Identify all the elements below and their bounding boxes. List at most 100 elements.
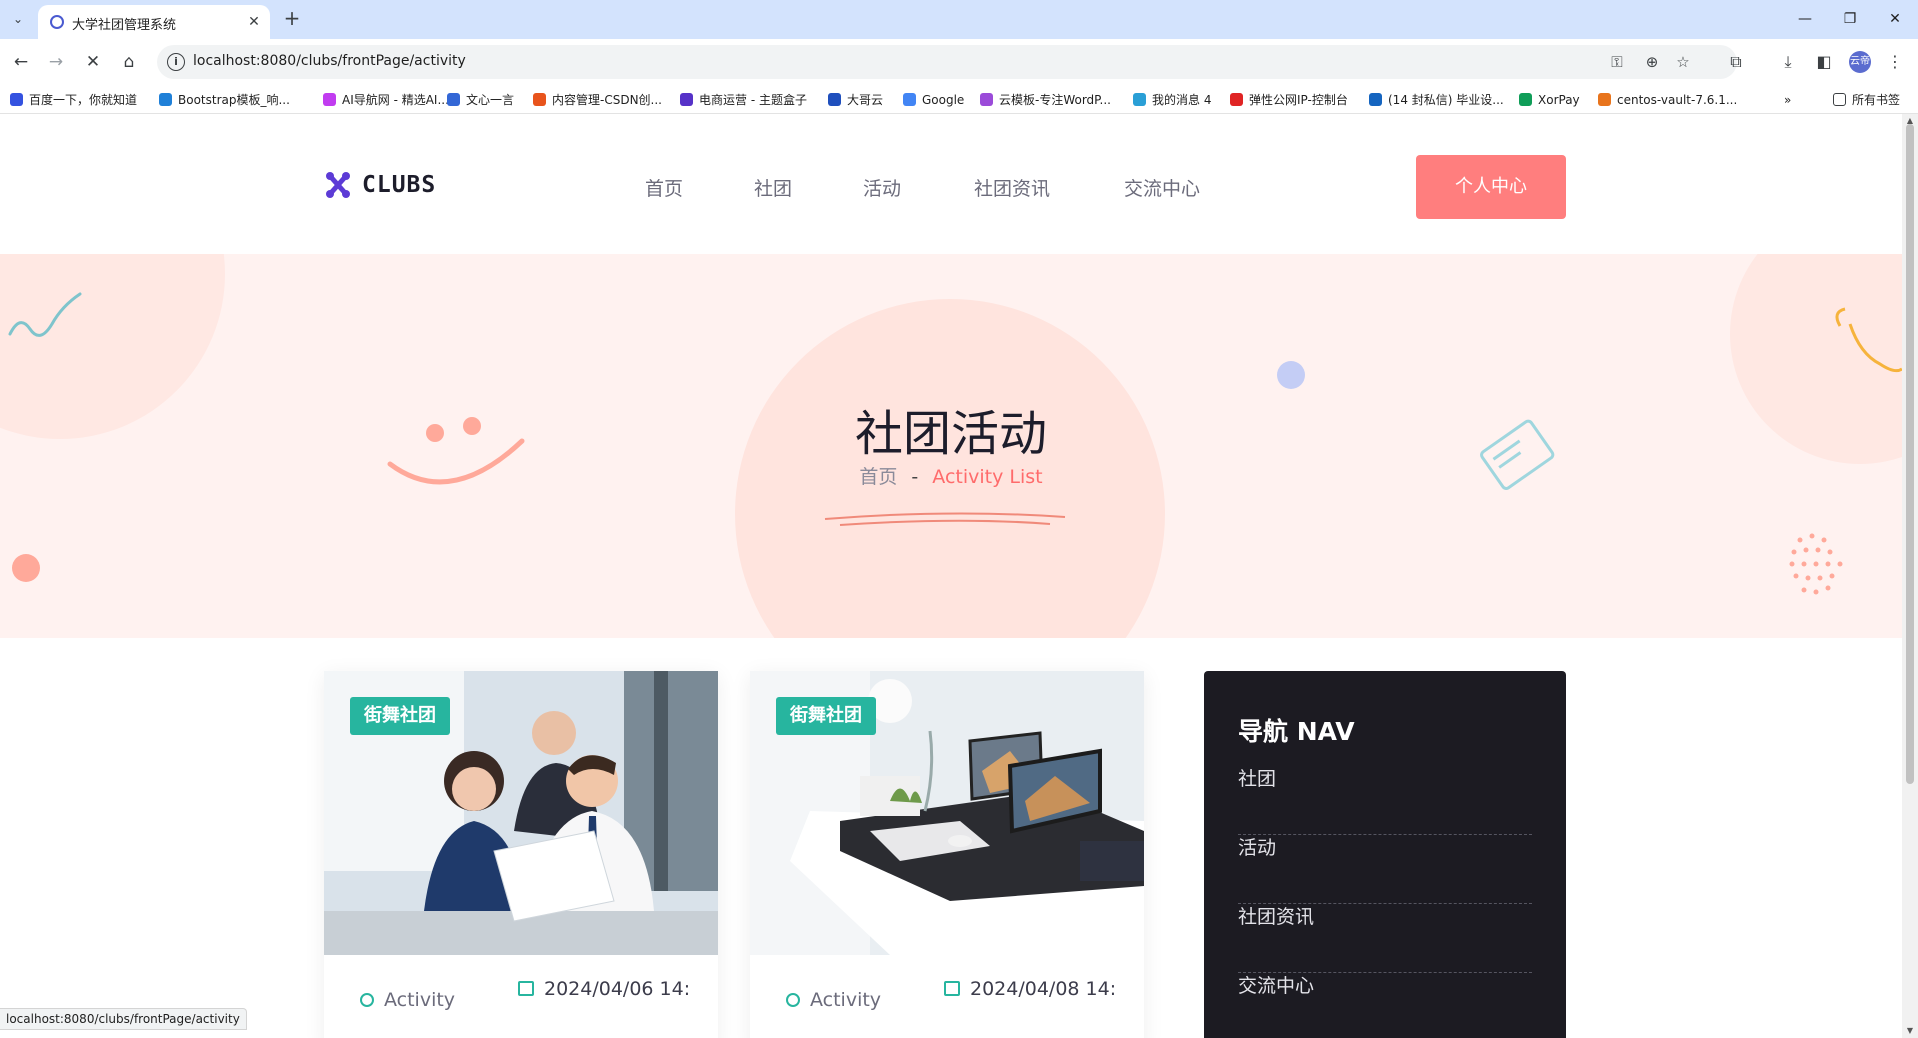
tab-search-icon[interactable]: ⌄ [6,7,30,31]
user-icon [360,993,374,1007]
bookmark-star-icon[interactable]: ☆ [1673,52,1693,72]
date-label: 2024/04/08 14: [970,978,1117,1000]
bookmark-label: Bootstrap模板_响... [178,93,290,107]
bookmark-item[interactable]: Bootstrap模板_响... [159,91,290,109]
stop-loading-icon[interactable]: ✕ [80,49,106,75]
bookmark-item[interactable]: 我的消息 4 [1133,91,1211,109]
logo-text: CLUBS [362,172,437,198]
bookmark-item[interactable]: centos-vault-7.6.1... [1598,91,1737,109]
address-bar[interactable]: i localhost:8080/clubs/frontPage/activit… [157,45,1737,79]
scroll-thumb[interactable] [1906,124,1914,784]
breadcrumb-separator: - [911,466,919,488]
close-tab-icon[interactable]: ✕ [244,12,264,32]
more-bookmarks-icon[interactable]: » [1784,91,1791,109]
side-nav-title: 导航 NAV [1238,717,1355,746]
bookmark-label: Google [922,93,965,107]
bookmark-item[interactable]: 百度一下，你就知道 [10,91,137,109]
bookmark-favicon-icon [1369,93,1382,106]
side-nav-item-club-news[interactable]: 社团资讯 [1238,905,1532,973]
calendar-icon [518,981,534,996]
bookmark-favicon-icon [447,93,460,106]
zoom-icon[interactable]: ⊕ [1642,52,1662,72]
nav-activities[interactable]: 活动 [863,174,901,201]
bookmark-item[interactable]: 云模板-专注WordP... [980,91,1111,109]
page-viewport: CLUBS 首页 社团 活动 社团资讯 交流中心 个人中心 社团活动 首页 - … [0,114,1902,1038]
bookmark-favicon-icon [903,93,916,106]
user-center-button[interactable]: 个人中心 [1416,155,1566,219]
page-scrollbar[interactable]: ▲ ▼ [1902,114,1918,1038]
downloads-icon[interactable]: ⤓ [1775,49,1801,75]
close-window-icon[interactable]: ✕ [1880,8,1910,30]
menu-kebab-icon[interactable]: ⋮ [1882,49,1908,75]
side-navigation: 导航 NAV 社团 活动 社团资讯 交流中心 [1204,671,1566,1038]
breadcrumb: 首页 - Activity List [0,462,1902,489]
bookmark-label: (14 封私信) 毕业设... [1388,93,1504,107]
bookmark-item[interactable]: 文心一言 [447,91,514,109]
activity-image[interactable]: 街舞社团 [750,671,1144,955]
calendar-icon [944,981,960,996]
bookmark-label: 弹性公网IP-控制台 [1249,93,1348,107]
activity-card[interactable]: 街舞社团 Activity 2024/04/06 14: [324,671,718,1038]
bookmark-label: 大哥云 [847,93,884,107]
bookmark-favicon-icon [1230,93,1243,106]
bookmark-item[interactable]: 内容管理-CSDN创... [533,91,662,109]
club-badge[interactable]: 街舞社团 [350,697,450,735]
breadcrumb-home[interactable]: 首页 [859,466,897,488]
back-icon[interactable]: ← [8,49,34,75]
forward-icon[interactable]: → [43,49,69,75]
bookmark-item[interactable]: 电商运营 - 主题盒子 [680,91,807,109]
club-badge[interactable]: 街舞社团 [776,697,876,735]
bookmark-favicon-icon [10,93,23,106]
bookmark-label: XorPay [1538,93,1580,107]
restore-icon[interactable]: ❐ [1835,8,1865,30]
browser-toolbar: ← → ✕ ⌂ i localhost:8080/clubs/frontPage… [0,39,1918,84]
nav-home[interactable]: 首页 [645,174,683,201]
minimize-icon[interactable]: — [1790,8,1820,30]
author-label: Activity [810,989,882,1011]
address-url[interactable]: localhost:8080/clubs/frontPage/activity [193,53,466,69]
bookmark-item[interactable]: 弹性公网IP-控制台 [1230,91,1348,109]
activity-image[interactable]: 街舞社团 [324,671,718,955]
bookmark-item[interactable]: XorPay [1519,91,1580,109]
bookmark-item[interactable]: 大哥云 [828,91,883,109]
activity-author: Activity [786,989,881,1019]
activity-date: 2024/04/08 14: [944,978,1116,1000]
side-panel-icon[interactable]: ◧ [1811,49,1837,75]
active-tab[interactable]: 大学社团管理系统 ✕ [38,5,270,39]
breadcrumb-current: Activity List [932,466,1043,488]
tab-strip: ⌄ 大学社团管理系统 ✕ + — ❐ ✕ [0,0,1918,39]
profile-avatar[interactable]: 云帝 [1849,51,1871,73]
side-nav-item-clubs[interactable]: 社团 [1238,767,1532,835]
password-key-icon[interactable]: ⚿ [1607,52,1627,72]
bookmark-item[interactable]: (14 封私信) 毕业设... [1369,91,1504,109]
scroll-down-icon[interactable]: ▼ [1905,1026,1915,1036]
nav-clubs[interactable]: 社团 [754,174,792,201]
site-info-icon[interactable]: i [167,53,185,71]
extensions-icon[interactable]: ⧉ [1723,49,1749,75]
bookmark-favicon-icon [159,93,172,106]
bookmark-favicon-icon [1519,93,1532,106]
page-title: 社团活动 [854,406,1047,462]
bookmark-label: AI导航网 - 精选AI... [342,93,449,107]
site-header: CLUBS 首页 社团 活动 社团资讯 交流中心 个人中心 [0,114,1902,254]
bookmark-item[interactable]: AI导航网 - 精选AI... [323,91,449,109]
activity-card[interactable]: 街舞社团 Activity 2024/04/08 14: [750,671,1144,1038]
browser-window: ⌄ 大学社团管理系统 ✕ + — ❐ ✕ ← → ✕ ⌂ i localhost… [0,0,1918,1038]
nav-exchange-center[interactable]: 交流中心 [1124,174,1200,201]
all-bookmarks-label: 所有书签 [1852,93,1901,107]
bookmark-favicon-icon [1598,93,1611,106]
status-link-preview: localhost:8080/clubs/frontPage/activity [0,1008,247,1030]
folder-icon [1833,93,1846,106]
all-bookmarks-folder[interactable]: 所有书签 [1833,91,1900,109]
nav-club-news[interactable]: 社团资讯 [974,174,1050,201]
home-icon[interactable]: ⌂ [116,49,142,75]
side-nav-item-activities[interactable]: 活动 [1238,836,1532,904]
side-nav-item-exchange-center[interactable]: 交流中心 [1238,974,1532,1038]
new-tab-icon[interactable]: + [280,7,304,31]
bookmark-label: 我的消息 4 [1152,93,1212,107]
activity-author: Activity [360,989,455,1019]
bookmark-label: 电商运营 - 主题盒子 [699,93,807,107]
date-label: 2024/04/06 14: [544,978,691,1000]
bookmarks-bar: » 所有书签 百度一下，你就知道 Bootstrap模板_响... AI导航网 - … [0,84,1918,114]
bookmark-item[interactable]: Google [903,91,964,109]
